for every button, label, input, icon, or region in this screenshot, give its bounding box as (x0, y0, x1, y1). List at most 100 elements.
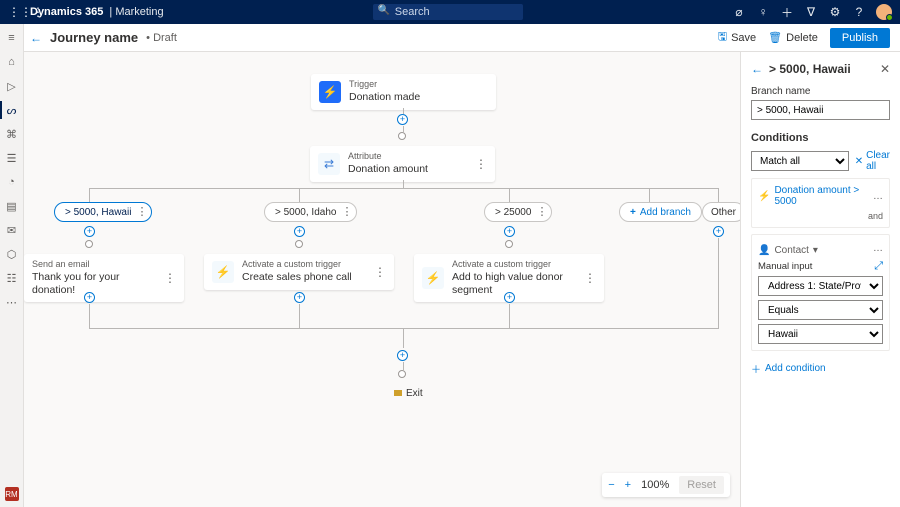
action-email-node[interactable]: Send an email Thank you for your donatio… (24, 254, 184, 302)
help-icon[interactable]: ? (852, 5, 866, 19)
add-step-button[interactable]: + (713, 226, 724, 237)
value-select[interactable]: Hawaii (758, 324, 883, 344)
rail-menu-icon[interactable]: ≡ (4, 30, 20, 46)
back-button[interactable]: ← (30, 31, 42, 45)
page-title: Journey name (50, 30, 138, 45)
add-step-button[interactable]: + (397, 114, 408, 125)
app-launcher-icon[interactable]: ⋮⋮⋮ (8, 5, 24, 19)
add-step-button[interactable]: + (294, 226, 305, 237)
rail-shape-icon[interactable]: ⬡ (4, 246, 20, 262)
add-icon[interactable]: ＋ (780, 4, 794, 21)
delete-icon: 🗑 (768, 31, 782, 44)
rail-group-icon[interactable]: ⌘ (4, 126, 20, 142)
branch-pill-hawaii[interactable]: > 5000, Hawaii ⋮ (54, 202, 152, 222)
connector-ring (505, 240, 513, 248)
match-mode-select[interactable]: Match all (751, 151, 849, 171)
rail-more-icon[interactable]: ⋯ (4, 294, 20, 310)
branch-name-label: Branch name (751, 86, 890, 97)
connector-ring (85, 240, 93, 248)
conditions-heading: Conditions (751, 132, 890, 144)
condition-card-1[interactable]: ⚡ Donation amount > 5000 … and (751, 178, 890, 228)
add-step-button[interactable]: + (397, 350, 408, 361)
journey-canvas[interactable]: ⚡ Trigger Donation made + ⇄ Attribute Do… (24, 52, 740, 507)
node-menu-icon[interactable]: ⋮ (368, 265, 386, 279)
condition-summary[interactable]: Donation amount > 5000 (774, 185, 869, 207)
rail-home-icon[interactable]: ⌂ (4, 54, 20, 70)
connector-ring (398, 132, 406, 140)
page-header: ← Journey name • Draft 🖫Save 🗑Delete Pub… (0, 24, 900, 52)
branch-menu-icon[interactable]: ⋮ (341, 205, 352, 218)
node-menu-icon[interactable]: ⋮ (469, 157, 487, 171)
add-condition-button[interactable]: ＋ Add condition (751, 361, 890, 376)
zoom-reset-button[interactable]: Reset (679, 476, 724, 494)
branch-label: > 25000 (495, 207, 531, 218)
rail-clock-icon[interactable]: ◔ (4, 174, 20, 190)
rail-form-icon[interactable]: ☷ (4, 270, 20, 286)
add-step-button[interactable]: + (294, 292, 305, 303)
search-input[interactable] (373, 4, 523, 20)
filter-icon[interactable]: ∇ (804, 5, 818, 19)
panel-back-button[interactable]: ← (751, 62, 763, 76)
add-branch-button[interactable]: + Add branch (619, 202, 702, 222)
user-avatar[interactable] (876, 4, 892, 20)
rail-sheet-icon[interactable]: ▤ (4, 198, 20, 214)
connector-ring (295, 240, 303, 248)
clear-icon: ✕ (855, 156, 863, 167)
settings-icon[interactable]: ⚙ (828, 5, 842, 19)
action-kicker: Send an email (32, 260, 158, 269)
brand-name: Dynamics 365 (30, 6, 103, 18)
add-step-button[interactable]: + (84, 226, 95, 237)
search-icon: 🔍 (378, 5, 390, 16)
trigger-icon: ⚡ (212, 261, 234, 283)
action-trigger-node[interactable]: ⚡ Activate a custom trigger Create sales… (204, 254, 394, 290)
add-step-button[interactable]: + (504, 292, 515, 303)
condition-menu-icon[interactable]: … (873, 191, 883, 202)
clear-all-button[interactable]: ✕Clear all (855, 150, 890, 172)
attribute-icon: ⇄ (318, 153, 340, 175)
rail-play-icon[interactable]: ▷ (4, 78, 20, 94)
field-select[interactable]: Address 1: State/Province (758, 276, 883, 296)
publish-button[interactable]: Publish (830, 28, 890, 48)
branch-pill-idaho[interactable]: > 5000, Idaho ⋮ (264, 202, 357, 222)
branch-pill-other[interactable]: Other (702, 202, 740, 222)
rail-mail-icon[interactable]: ✉ (4, 222, 20, 238)
rail-brand-tag: RM (5, 487, 19, 501)
branch-label: > 5000, Hawaii (65, 207, 131, 218)
node-menu-icon[interactable]: ⋮ (578, 271, 596, 285)
branch-menu-icon[interactable]: ⋮ (136, 205, 147, 218)
branch-label: > 5000, Idaho (275, 207, 336, 218)
app-name-text: Marketing (115, 6, 163, 18)
contact-chip-label: Contact (774, 245, 808, 256)
save-button[interactable]: 🖫Save (718, 28, 756, 47)
zoom-out-button[interactable]: − (608, 479, 614, 491)
branch-name-input[interactable] (751, 100, 890, 120)
trigger-icon: ⚡ (422, 267, 444, 289)
save-label: Save (731, 32, 756, 44)
expand-icon[interactable]: ⤢ (874, 260, 883, 273)
action-kicker: Activate a custom trigger (242, 260, 352, 269)
contact-icon: 👤 (758, 245, 770, 256)
attribute-node[interactable]: ⇄ Attribute Donation amount ⋮ (310, 146, 495, 182)
condition-menu-icon[interactable]: … (873, 243, 883, 254)
status-badge: • Draft (146, 32, 177, 44)
assist-icon[interactable]: ⌀ (732, 5, 746, 19)
panel-close-button[interactable]: ✕ (880, 62, 890, 76)
branch-pill-25000[interactable]: > 25000 ⋮ (484, 202, 552, 222)
action-label: Create sales phone call (242, 271, 352, 284)
delete-button[interactable]: 🗑Delete (768, 31, 818, 44)
zoom-in-button[interactable]: + (625, 479, 631, 491)
properties-panel: ← > 5000, Hawaii ✕ Branch name Condition… (740, 52, 900, 507)
action-label: Add to high value donor segment (452, 271, 578, 296)
plus-icon: + (630, 207, 636, 218)
node-menu-icon[interactable]: ⋮ (158, 271, 176, 285)
lightbulb-icon[interactable]: ♀ (756, 5, 770, 19)
add-branch-label: Add branch (640, 207, 691, 218)
branch-menu-icon[interactable]: ⋮ (536, 205, 547, 218)
operator-select[interactable]: Equals (758, 300, 883, 320)
rail-list-icon[interactable]: ☰ (4, 150, 20, 166)
add-step-button[interactable]: + (504, 226, 515, 237)
add-step-button[interactable]: + (84, 292, 95, 303)
trigger-node[interactable]: ⚡ Trigger Donation made (311, 74, 496, 110)
global-search[interactable]: 🔍 (373, 4, 523, 20)
rail-journeys-icon[interactable]: ᔕ (4, 102, 20, 118)
